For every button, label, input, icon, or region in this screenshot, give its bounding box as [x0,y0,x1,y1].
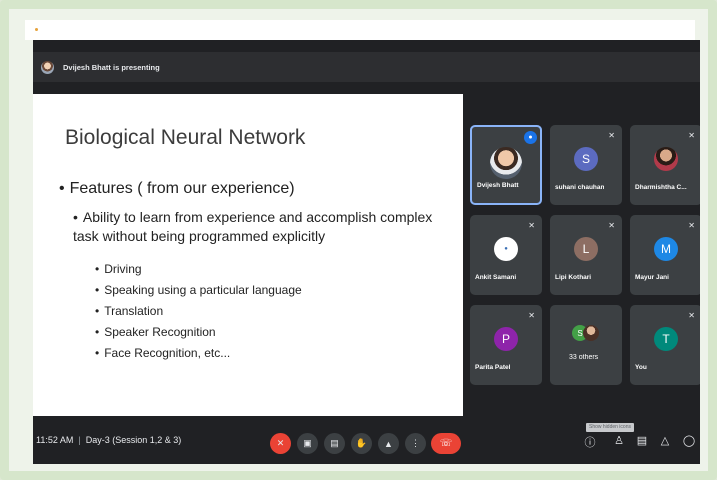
meeting-window: Dvijesh Bhatt is presenting Biological N… [33,40,700,464]
info-icon[interactable]: ⓘ [582,434,598,450]
mic-off-icon: ✕ [528,221,535,230]
tooltip: Show hidden icons [586,423,634,432]
slide-item: Translation [95,304,163,318]
mic-off-icon: ✕ [688,131,695,140]
slide-bullet-2-text: Ability to learn from experience and acc… [73,209,433,244]
participant-tile[interactable]: ✕ Dharmishtha C... [630,125,700,205]
participant-name: Dvijesh Bhatt [477,182,519,189]
slide-item-text: Driving [104,262,142,276]
participant-logo: ● [494,237,518,261]
browser-top-strip [25,20,695,40]
separator: | [78,435,81,445]
status-dot [35,28,38,31]
participant-photo [490,147,522,179]
mic-off-icon: ✕ [528,311,535,320]
participant-name: Dharmishtha C... [635,184,687,191]
slide-item: Speaking using a particular language [95,283,302,297]
hang-up-icon[interactable]: ☏ [431,433,461,454]
slide-item-text: Translation [104,304,164,318]
participant-name: Ankit Samani [475,274,517,281]
participant-tile[interactable]: ✕ M Mayur Jani [630,215,700,295]
participant-tile[interactable]: S 33 others [550,305,622,385]
participant-name: Lipi Kothari [555,274,592,281]
activities-icon[interactable]: △ [657,434,673,447]
meeting-info: 11:52 AM | Day-3 (Session 1,2 & 3) [36,435,181,445]
participant-avatar: T [654,327,678,351]
clock-time: 11:52 AM [36,435,74,445]
participant-avatar: M [654,237,678,261]
slide-bullet-1-text: Features ( from our experience) [69,180,295,197]
present-icon[interactable]: ▲ [378,433,399,454]
participant-avatar: P [494,327,518,351]
participant-name: Mayur Jani [635,274,669,281]
people-icon[interactable]: ♙ [611,434,627,447]
participant-tile[interactable]: ✕ T You [630,305,700,385]
captions-icon[interactable]: ▤ [324,433,345,454]
slide-item-text: Speaker Recognition [104,325,216,339]
presenting-text: Dvijesh Bhatt is presenting [63,62,160,72]
raise-hand-icon[interactable]: ✋ [351,433,372,454]
participant-name: You [635,364,647,371]
more-options-icon[interactable]: ⋮ [405,433,426,454]
participant-avatar: S [574,147,598,171]
participant-tile[interactable]: ✕ S suhani chauhan [550,125,622,205]
mic-off-icon: ✕ [608,221,615,230]
participant-photo [583,325,599,341]
slide-item-text: Face Recognition, etc... [104,346,231,360]
presentation-slide: Biological Neural Network Features ( fro… [33,94,463,416]
meeting-name: Day-3 (Session 1,2 & 3) [85,435,182,445]
presenting-bar: Dvijesh Bhatt is presenting [33,52,700,82]
participant-tile[interactable]: ● Dvijesh Bhatt [470,125,542,205]
camera-icon[interactable]: ▣ [297,433,318,454]
participant-tile[interactable]: ✕ P Parita Patel [470,305,542,385]
chat-icon[interactable]: ▤ [634,434,650,447]
slide-title: Biological Neural Network [65,126,306,149]
others-count: 33 others [569,354,599,361]
participant-avatar: L [574,237,598,261]
host-controls-icon[interactable]: ◯ [681,434,697,447]
mic-off-icon: ✕ [608,131,615,140]
slide-bullet-2: Ability to learn from experience and acc… [73,208,455,246]
slide-bullet-1: Features ( from our experience) [59,180,295,198]
participant-tile[interactable]: ✕ ● Ankit Samani [470,215,542,295]
mic-off-icon[interactable]: ✕ [270,433,291,454]
slide-item-text: Speaking using a particular language [104,283,302,297]
slide-item: Driving [95,262,142,276]
mic-off-icon: ✕ [688,221,695,230]
participant-photo [654,147,678,171]
slide-item: Face Recognition, etc... [95,346,230,360]
participant-tile[interactable]: ✕ L Lipi Kothari [550,215,622,295]
presenter-avatar [41,60,54,74]
mic-off-icon: ✕ [688,311,695,320]
speaking-indicator-icon: ● [524,131,537,144]
participant-name: suhani chauhan [555,184,605,191]
participant-name: Parita Patel [475,364,511,371]
slide-item: Speaker Recognition [95,325,216,339]
